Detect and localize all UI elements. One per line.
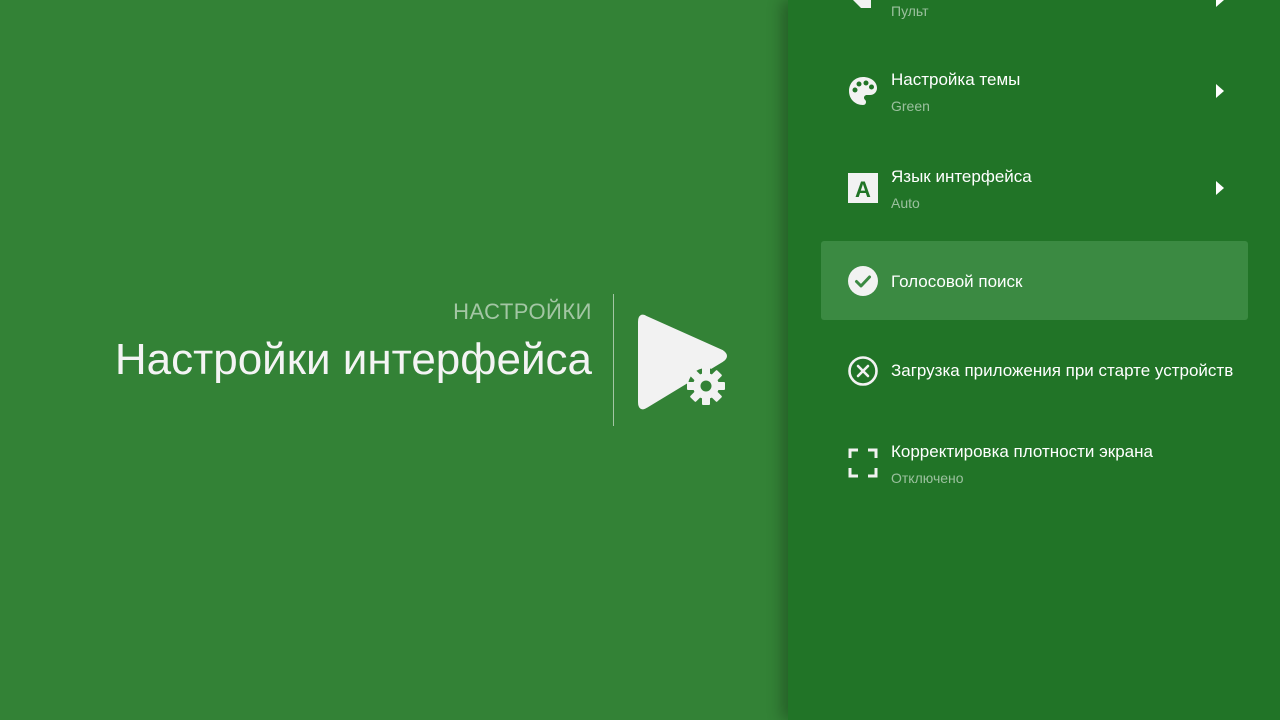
breadcrumb: НАСТРОЙКИ bbox=[453, 299, 592, 324]
settings-item-theme-label: Настройка темы bbox=[891, 70, 1021, 89]
palette-icon bbox=[847, 75, 879, 107]
settings-item-language-label: Язык интерфейса bbox=[891, 167, 1032, 186]
chevron-right-icon bbox=[1216, 83, 1224, 98]
x-circle-icon bbox=[847, 355, 879, 387]
settings-item-remote-value: Пульт bbox=[891, 3, 929, 19]
settings-item-autostart-label: Загрузка приложения при старте устройств bbox=[891, 361, 1234, 380]
settings-item-screen-density-value: Отключено bbox=[891, 470, 964, 486]
settings-item-screen-density-label: Корректировка плотности экрана bbox=[891, 442, 1153, 461]
settings-item-voice-search-label: Голосовой поиск bbox=[891, 272, 1023, 291]
chevron-right-icon bbox=[1216, 0, 1224, 7]
header-text: НАСТРОЙКИ Настройки интерфейса bbox=[115, 296, 592, 390]
page-title: Настройки интерфейса bbox=[114, 335, 592, 384]
screen: НАСТРОЙКИ Настройки интерфейса Пульт Нас… bbox=[0, 0, 1280, 720]
settings-item-theme[interactable]: Настройка темы Green bbox=[821, 51, 1248, 130]
settings-item-screen-density[interactable]: Корректировка плотности экрана Отключено bbox=[821, 423, 1248, 502]
settings-item-voice-search[interactable]: Голосовой поиск bbox=[821, 241, 1248, 320]
settings-item-language[interactable]: A Язык интерфейса Auto bbox=[821, 148, 1248, 227]
remote-icon bbox=[847, 0, 879, 16]
svg-text:A: A bbox=[855, 177, 871, 202]
settings-item-language-value: Auto bbox=[891, 195, 920, 211]
header: НАСТРОЙКИ Настройки интерфейса bbox=[0, 0, 788, 720]
check-circle-icon bbox=[847, 265, 879, 297]
play-settings-icon bbox=[634, 310, 734, 414]
chevron-right-icon bbox=[1216, 180, 1224, 195]
settings-item-autostart[interactable]: Загрузка приложения при старте устройств bbox=[821, 331, 1248, 410]
fullscreen-icon bbox=[847, 447, 879, 479]
header-divider bbox=[613, 294, 614, 426]
settings-item-theme-value: Green bbox=[891, 98, 930, 114]
settings-item-remote[interactable]: Пульт bbox=[821, 0, 1248, 39]
settings-panel: Пульт Настройка темы Green A Язык интерф… bbox=[788, 0, 1280, 720]
language-icon: A bbox=[847, 172, 879, 204]
